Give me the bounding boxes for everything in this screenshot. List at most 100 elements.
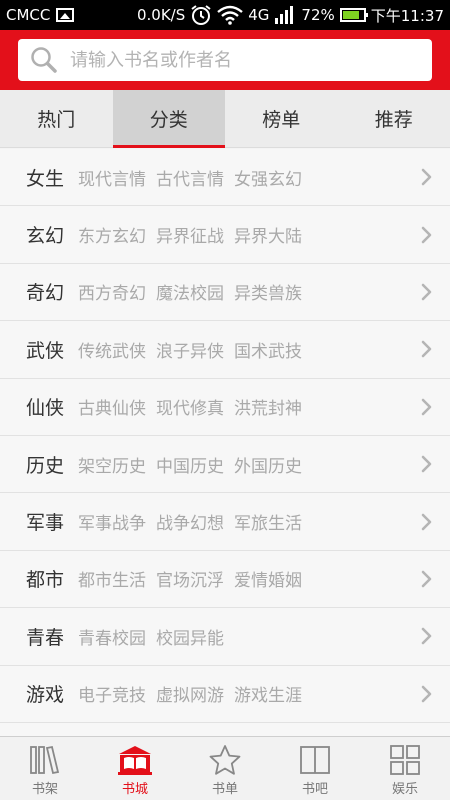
chevron-right-icon <box>421 398 432 416</box>
subcategory-link[interactable]: 异界征战 <box>156 222 224 247</box>
search-icon <box>31 47 57 73</box>
category-name[interactable]: 历史 <box>26 451 78 478</box>
subcategory-link[interactable]: 西方奇幻 <box>78 279 146 304</box>
subcategory-link[interactable]: 传统武侠 <box>78 337 146 362</box>
network-speed: 0.0K/S <box>136 6 186 24</box>
grid-icon <box>390 745 420 775</box>
category-name[interactable]: 仙侠 <box>26 393 78 420</box>
subcategory-link[interactable]: 古代言情 <box>156 165 224 190</box>
category-row[interactable]: 武侠 传统武侠 浪子异侠 国术武技 <box>0 321 450 379</box>
subcategory-link[interactable]: 现代修真 <box>156 394 224 419</box>
category-name[interactable]: 军事 <box>26 508 78 535</box>
chevron-right-icon <box>421 513 432 530</box>
chevron-right-icon <box>421 168 432 186</box>
category-name[interactable]: 女生 <box>26 164 78 191</box>
subcategory-group: 电子竞技 虚拟网游 游戏生涯 <box>78 681 420 706</box>
subcategory-link[interactable]: 女强玄幻 <box>234 165 302 190</box>
status-bar: CMCC 0.0K/S 4G 72% 下午11:37 <box>0 0 450 30</box>
subcategory-link[interactable]: 虚拟网游 <box>156 681 224 706</box>
subcategory-group: 现代言情 古代言情 女强玄幻 <box>78 165 420 190</box>
alarm-icon <box>191 5 211 25</box>
category-row[interactable]: 女生 现代言情 古代言情 女强玄幻 <box>0 149 450 207</box>
subcategory-link[interactable]: 现代言情 <box>78 165 146 190</box>
subcategory-link[interactable]: 军事战争 <box>78 509 146 534</box>
tab-ranking[interactable]: 榜单 <box>225 90 338 147</box>
tab-hot[interactable]: 热门 <box>0 90 113 147</box>
subcategory-link[interactable]: 校园异能 <box>156 624 224 649</box>
network-type: 4G <box>248 6 270 24</box>
search-box[interactable] <box>18 39 432 81</box>
subcategory-link[interactable]: 异类兽族 <box>234 279 302 304</box>
battery-percent: 72% <box>301 6 335 24</box>
nav-entertainment[interactable]: 娱乐 <box>360 737 450 800</box>
category-row[interactable]: 都市 都市生活 官场沉浮 爱情婚姻 <box>0 551 450 609</box>
subcategory-link[interactable]: 国术武技 <box>234 337 302 362</box>
subcategory-link[interactable]: 架空历史 <box>78 452 146 477</box>
star-icon <box>209 745 241 775</box>
subcategory-group: 都市生活 官场沉浮 爱情婚姻 <box>78 566 420 591</box>
search-input[interactable] <box>70 49 420 71</box>
subcategory-link[interactable]: 电子竞技 <box>78 681 146 706</box>
category-name[interactable]: 都市 <box>26 565 78 592</box>
chevron-right-icon <box>421 341 432 358</box>
subcategory-link[interactable]: 浪子异侠 <box>156 337 224 362</box>
category-row[interactable]: 奇幻 西方奇幻 魔法校园 异类兽族 <box>0 264 450 322</box>
category-name[interactable]: 奇幻 <box>26 278 78 305</box>
subcategory-group: 青春校园 校园异能 <box>78 624 420 649</box>
subcategory-link[interactable]: 游戏生涯 <box>234 681 302 706</box>
chevron-right-icon <box>421 570 432 588</box>
image-notification-icon <box>56 8 75 22</box>
wifi-icon <box>217 5 244 25</box>
tab-recommend[interactable]: 推荐 <box>338 90 450 147</box>
category-row[interactable]: 历史 架空历史 中国历史 外国历史 <box>0 436 450 494</box>
carrier-label: CMCC <box>6 6 51 24</box>
subcategory-link[interactable]: 都市生活 <box>78 566 146 591</box>
category-list: 女生 现代言情 古代言情 女强玄幻 玄幻 东方玄幻 异界征战 异界大陆 奇幻 西方奇幻 魔法校园 异类… <box>0 149 450 736</box>
bookshelf-icon <box>30 745 60 775</box>
search-header <box>0 30 450 90</box>
subcategory-link[interactable]: 外国历史 <box>234 452 302 477</box>
subcategory-group: 东方玄幻 异界征战 异界大陆 <box>78 222 420 247</box>
subcategory-group: 军事战争 战争幻想 军旅生活 <box>78 509 420 534</box>
category-row[interactable]: 青春 青春校园 校园异能 <box>0 608 450 666</box>
nav-booklist[interactable]: 书单 <box>180 737 270 800</box>
subcategory-link[interactable]: 战争幻想 <box>156 509 224 534</box>
signal-icon <box>275 6 294 24</box>
subcategory-group: 传统武侠 浪子异侠 国术武技 <box>78 337 420 362</box>
subcategory-group: 西方奇幻 魔法校园 异类兽族 <box>78 279 420 304</box>
category-name[interactable]: 武侠 <box>26 336 78 363</box>
subcategory-link[interactable]: 中国历史 <box>156 452 224 477</box>
nav-label: 娱乐 <box>391 782 418 797</box>
nav-label: 书吧 <box>301 782 328 797</box>
subcategory-link[interactable]: 洪荒封神 <box>234 394 302 419</box>
tab-category[interactable]: 分类 <box>112 90 225 148</box>
chevron-right-icon <box>421 226 432 243</box>
nav-bookbar[interactable]: 书吧 <box>270 737 360 800</box>
category-row[interactable]: 游戏 电子竞技 虚拟网游 游戏生涯 <box>0 666 450 723</box>
chevron-right-icon <box>421 283 432 301</box>
subcategory-link[interactable]: 异界大陆 <box>234 222 302 247</box>
category-name[interactable]: 青春 <box>26 623 78 650</box>
nav-label: 书城 <box>121 782 148 797</box>
nav-label: 书单 <box>211 782 238 797</box>
category-name[interactable]: 玄幻 <box>26 221 78 248</box>
bottom-nav: 书架 书城 书单 书吧 娱乐 <box>0 736 450 800</box>
chevron-right-icon <box>421 628 432 645</box>
subcategory-link[interactable]: 古典仙侠 <box>78 394 146 419</box>
nav-bookshelf[interactable]: 书架 <box>0 737 90 800</box>
category-row[interactable]: 玄幻 东方玄幻 异界征战 异界大陆 <box>0 206 450 264</box>
bookstore-icon <box>118 746 152 775</box>
subcategory-link[interactable]: 东方玄幻 <box>78 222 146 247</box>
chevron-right-icon <box>421 455 432 473</box>
category-row[interactable]: 军事 军事战争 战争幻想 军旅生活 <box>0 493 450 551</box>
subcategory-group: 架空历史 中国历史 外国历史 <box>78 452 420 477</box>
clock: 下午11:37 <box>370 6 444 25</box>
category-name[interactable]: 游戏 <box>26 680 78 707</box>
subcategory-link[interactable]: 军旅生活 <box>234 509 302 534</box>
subcategory-link[interactable]: 青春校园 <box>78 624 146 649</box>
category-row[interactable]: 仙侠 古典仙侠 现代修真 洪荒封神 <box>0 379 450 436</box>
subcategory-link[interactable]: 官场沉浮 <box>156 566 224 591</box>
subcategory-link[interactable]: 爱情婚姻 <box>234 566 302 591</box>
nav-bookstore[interactable]: 书城 <box>90 737 180 800</box>
subcategory-link[interactable]: 魔法校园 <box>156 279 224 304</box>
